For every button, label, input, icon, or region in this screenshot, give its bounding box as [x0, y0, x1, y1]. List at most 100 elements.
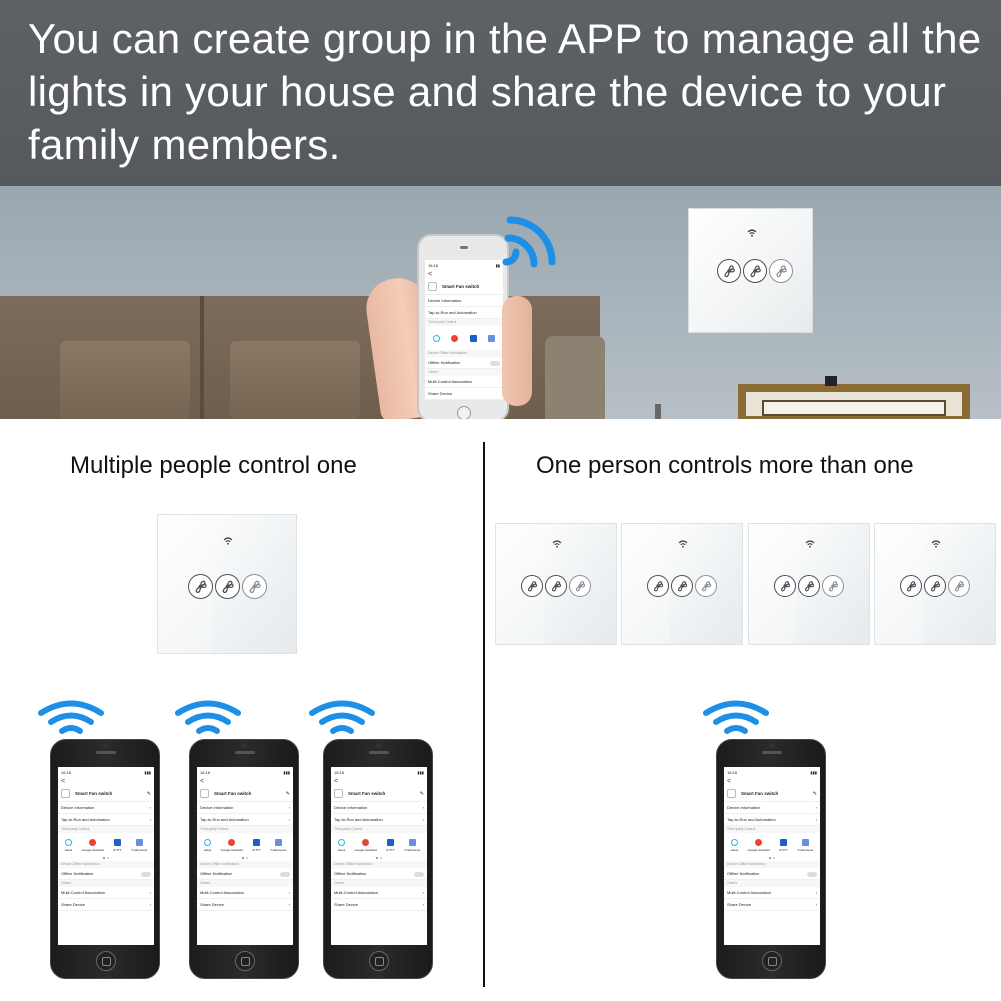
- offline-toggle[interactable]: [280, 871, 290, 877]
- third-party-item[interactable]: IFTTT: [386, 838, 395, 852]
- edit-icon[interactable]: ✎: [420, 791, 424, 797]
- fan-speed-3-button[interactable]: [242, 574, 267, 599]
- back-button[interactable]: <: [724, 777, 820, 786]
- third-party-item[interactable]: Alexa: [203, 838, 212, 852]
- third-party-item[interactable]: Tmall Genie: [404, 838, 421, 852]
- back-button[interactable]: <: [58, 777, 154, 786]
- share-device-row[interactable]: Share Device ›: [197, 899, 293, 911]
- device-information-row[interactable]: Device Information ›: [197, 802, 293, 814]
- wifi-indicator-icon: [931, 540, 941, 548]
- tap-to-run-row[interactable]: Tap-to-Run and Automation ›: [331, 814, 427, 826]
- wall-switch-panel: [621, 523, 743, 645]
- device-information-row[interactable]: Device Information ›: [58, 802, 154, 814]
- multi-control-row[interactable]: Multi-Control Association ›: [724, 887, 820, 899]
- third-party-item[interactable]: Alexa: [338, 838, 345, 852]
- fan-speed-3-button[interactable]: [569, 575, 591, 597]
- fan-speed-2-button[interactable]: [671, 575, 693, 597]
- fan-speed-1-button[interactable]: [717, 259, 741, 283]
- third-party-item[interactable]: Google Assistant: [748, 838, 770, 852]
- third-party-icon: [780, 838, 788, 846]
- third-party-list: Alexa Google Assistant IFTTT Tmall Genie: [197, 833, 293, 857]
- left-section-title: Multiple people control one: [70, 452, 357, 479]
- third-party-label: Tmall Genie: [404, 847, 421, 852]
- device-header: Smart Fan switch ✎: [331, 786, 427, 802]
- wifi-icon: [38, 700, 104, 734]
- fan-speed-1-button[interactable]: [774, 575, 796, 597]
- third-party-item[interactable]: Tmall Genie: [131, 838, 148, 852]
- third-party-list: Alexa Google Assistant IFTTT Tmall Genie: [724, 833, 820, 857]
- share-device-row[interactable]: Share Device ›: [58, 899, 154, 911]
- third-party-label: Google Assistant: [81, 847, 105, 852]
- fan-speed-3-button[interactable]: [822, 575, 844, 597]
- edit-icon[interactable]: ✎: [147, 791, 151, 797]
- tap-to-run-row[interactable]: Tap-to-Run and Automation ›: [197, 814, 293, 826]
- third-party-item[interactable]: Google Assistant: [81, 838, 105, 852]
- third-party-item[interactable]: IFTTT: [780, 838, 788, 852]
- fan-speed-3-button[interactable]: [948, 575, 970, 597]
- fan-speed-3-button[interactable]: [695, 575, 717, 597]
- third-party-icon: [801, 838, 809, 846]
- third-party-item[interactable]: Tmall Genie: [270, 838, 287, 852]
- offline-toggle[interactable]: [807, 871, 817, 877]
- third-party-label: Alexa: [730, 847, 739, 852]
- edit-icon[interactable]: ✎: [813, 791, 817, 797]
- third-party-item[interactable]: IFTTT: [114, 838, 122, 852]
- multi-control-row[interactable]: Multi-Control Association ›: [331, 887, 427, 899]
- third-party-label: IFTTT: [386, 847, 395, 852]
- third-party-item[interactable]: IFTTT: [252, 838, 261, 852]
- back-button[interactable]: <: [197, 777, 293, 786]
- status-bar: 16:18 ▮▮▮: [61, 770, 151, 775]
- wifi-icon: [703, 700, 769, 734]
- wall-switch-panel: [874, 523, 996, 645]
- third-party-item[interactable]: Google Assistant: [355, 838, 377, 852]
- back-button[interactable]: <: [331, 777, 427, 786]
- offline-notification-row[interactable]: Offline Notification: [197, 868, 293, 880]
- smartphone: 16:18 ▮▮▮ < Smart Fan switch ✎ Device Inf…: [323, 739, 433, 979]
- device-information-row[interactable]: Device Information ›: [724, 802, 820, 814]
- offline-notification-row[interactable]: Offline Notification: [331, 868, 427, 880]
- tap-to-run-row[interactable]: Tap-to-Run and Automation ›: [58, 814, 154, 826]
- device-name: Smart Fan switch: [214, 791, 252, 796]
- others-section: Others: [724, 880, 820, 887]
- smartphone: 16:18 ▮▮▮ < Smart Fan switch ✎ Device Inf…: [716, 739, 826, 979]
- third-party-label: Alexa: [203, 847, 212, 852]
- multi-control-row[interactable]: Multi-Control Association ›: [197, 887, 293, 899]
- share-device-row[interactable]: Share Device ›: [331, 899, 427, 911]
- third-party-item[interactable]: Alexa: [65, 838, 72, 852]
- fan-speed-1-button[interactable]: [521, 575, 543, 597]
- share-device-row[interactable]: Share Device ›: [724, 899, 820, 911]
- device-information-row[interactable]: Device Information ›: [331, 802, 427, 814]
- fan-speed-2-button[interactable]: [743, 259, 767, 283]
- third-party-item[interactable]: Alexa: [730, 838, 739, 852]
- offline-notification-row[interactable]: Offline Notification: [58, 868, 154, 880]
- fan-speed-3-button[interactable]: [769, 259, 793, 283]
- offline-notification-row[interactable]: Offline Notification: [724, 868, 820, 880]
- fan-speed-2-button[interactable]: [924, 575, 946, 597]
- offline-toggle[interactable]: [141, 871, 151, 877]
- fan-speed-1-button[interactable]: [188, 574, 213, 599]
- third-party-item[interactable]: Google Assistant: [221, 838, 243, 852]
- tap-to-run-row[interactable]: Tap-to-Run and Automation ›: [724, 814, 820, 826]
- device-icon: [727, 789, 736, 798]
- third-party-label: IFTTT: [252, 847, 261, 852]
- home-button: [235, 951, 255, 971]
- fan-speed-2-button[interactable]: [798, 575, 820, 597]
- third-party-icon: [203, 838, 211, 846]
- device-header: Smart Fan switch ✎: [58, 786, 154, 802]
- wifi-icon: [309, 700, 375, 734]
- fan-speed-2-button[interactable]: [545, 575, 567, 597]
- wifi-indicator-icon: [223, 537, 233, 545]
- third-party-label: Tmall Genie: [131, 847, 148, 852]
- fan-speed-2-button[interactable]: [215, 574, 240, 599]
- edit-icon[interactable]: ✎: [286, 791, 290, 797]
- multi-control-row[interactable]: Multi-Control Association ›: [58, 887, 154, 899]
- offline-toggle[interactable]: [414, 871, 424, 877]
- third-party-list: Alexa Google Assistant IFTTT Tmall Genie: [58, 833, 154, 857]
- others-section: Others: [331, 880, 427, 887]
- third-party-item[interactable]: Tmall Genie: [797, 838, 813, 852]
- smartphone: 16:18 ▮▮▮ < Smart Fan switch ✎ Device Inf…: [50, 739, 160, 979]
- fan-speed-1-button[interactable]: [900, 575, 922, 597]
- home-button: [96, 951, 116, 971]
- fan-speed-1-button[interactable]: [647, 575, 669, 597]
- third-party-label: Tmall Genie: [270, 847, 287, 852]
